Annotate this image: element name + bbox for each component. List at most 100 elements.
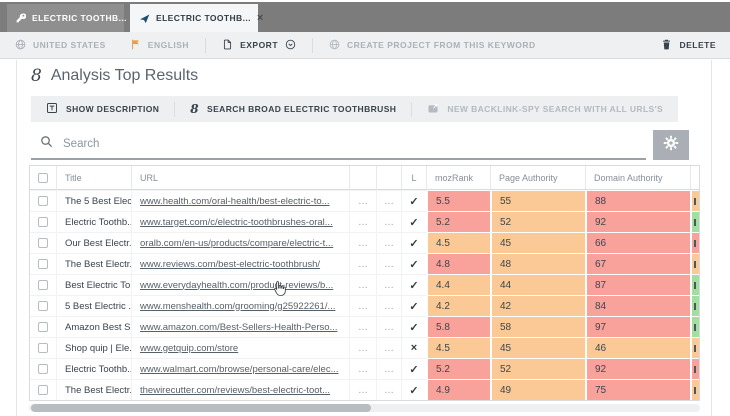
result-url-link[interactable]: www.menshealth.com/grooming/g25922261/..… [140,301,335,312]
result-url-cell: www.reviews.com/best-electric-toothbrush… [131,253,349,274]
row-checkbox[interactable] [38,322,48,332]
row-checkbox[interactable] [38,364,48,374]
tab-electric-toothbrush-1[interactable]: ELECTRIC TOOTHB... × [7,4,124,32]
row-select-cell [30,190,56,211]
domain-authority-cell: 97 [585,316,690,337]
seo-tool-logo-icon: 8 [31,66,42,86]
column-header-mozrank[interactable]: mozRank [426,166,490,189]
tab-label: ELECTRIC TOOTHB... [156,13,251,23]
result-url-link[interactable]: thewirecutter.com/reviews/best-electric-… [140,385,330,396]
column-header-url[interactable]: URL [131,166,349,189]
app-window: ELECTRIC TOOTHB... × ELECTRIC TOOTHB... … [0,0,730,416]
truncated-cell-1: … [349,211,376,232]
export-file-icon [222,39,233,52]
create-project-button[interactable]: CREATE PROJECT FROM THIS KEYWORD [329,39,536,52]
mozrank-cell: 5.8 [426,316,490,337]
row-checkbox[interactable] [38,217,48,227]
result-url-link[interactable]: www.getquip.com/store [140,343,238,354]
page-authority-cell: 55 [490,190,585,211]
export-button[interactable]: EXPORT [222,39,296,52]
language-button[interactable]: ENGLISH [130,39,189,52]
result-title: Our Best Electr... [56,232,131,253]
row-checkbox[interactable] [38,343,48,353]
table-row[interactable]: The 5 Best Elec... www.health.com/oral-h… [30,190,699,211]
page-authority-cell: 49 [490,379,585,400]
column-header-link[interactable]: L [401,166,426,189]
truncated-cell-1: … [349,316,376,337]
country-button[interactable]: UNITED STATES [15,39,106,52]
result-url-link[interactable]: www.amazon.com/Best-Sellers-Health-Perso… [140,322,337,333]
search-icon [40,135,53,153]
result-url-link[interactable]: www.target.com/c/electric-toothbrushes-o… [140,217,333,228]
horizontal-scrollbar-track[interactable] [29,404,700,412]
cutoff-value-fragment [694,282,696,289]
search-broad-button[interactable]: 8 SEARCH BROAD ELECTRIC TOOTHBRUSH [175,96,411,122]
cutoff-cell [690,337,699,358]
new-backlink-spy-label: NEW BACKLINK-SPY SEARCH WITH ALL URLS'S [447,104,663,114]
table-settings-button[interactable] [653,130,689,160]
page-authority-cell: 52 [490,358,585,379]
table-row[interactable]: 5 Best Electric ... www.menshealth.com/g… [30,295,699,316]
column-header-cutoff[interactable] [690,166,699,189]
truncated-cell-2: … [376,253,401,274]
horizontal-scrollbar-thumb[interactable] [31,404,371,412]
truncated-cell-2: … [376,316,401,337]
row-checkbox[interactable] [38,280,48,290]
column-header-domain-authority[interactable]: Domain Authority [585,166,690,189]
truncated-cell-2: … [376,190,401,211]
tab-electric-toothbrush-2[interactable]: ELECTRIC TOOTHB... × [130,4,258,32]
page-authority-cell: 48 [490,253,585,274]
truncated-cell-2: … [376,211,401,232]
result-url-link[interactable]: oralb.com/en-us/products/compare/electri… [140,238,333,249]
cutoff-cell [690,253,699,274]
select-all-checkbox[interactable] [38,173,48,183]
row-checkbox[interactable] [38,238,48,248]
table-row[interactable]: Shop quip | Ele... www.getquip.com/store… [30,337,699,358]
result-url-link[interactable]: www.walmart.com/browse/personal-care/ele… [140,364,339,375]
mozrank-cell: 4.2 [426,295,490,316]
truncated-cell-2: … [376,274,401,295]
row-checkbox[interactable] [38,385,48,395]
truncated-cell-1: … [349,274,376,295]
backlink-spy-icon [427,102,439,116]
link-status: ✓ [401,274,426,295]
truncated-cell-2: … [376,379,401,400]
cutoff-cell [690,211,699,232]
show-description-button[interactable]: SHOW DESCRIPTION [31,96,174,122]
result-title: The Best Electr... [56,253,131,274]
table-row[interactable]: The Best Electr... thewirecutter.com/rev… [30,379,699,400]
result-url-cell: www.everydayhealth.com/product-reviews/b… [131,274,349,295]
search-input[interactable] [63,138,563,150]
search-bar [31,130,646,160]
table-row[interactable]: Our Best Electr... oralb.com/en-us/produ… [30,232,699,253]
result-url-link[interactable]: www.everydayhealth.com/product-reviews/b… [140,280,333,291]
delete-button[interactable]: DELETE [661,39,716,52]
domain-authority-cell: 67 [585,253,690,274]
result-url-link[interactable]: www.health.com/oral-health/best-electric… [140,196,330,207]
mozrank-cell: 4.5 [426,337,490,358]
column-header-extra1[interactable] [349,166,376,189]
table-row[interactable]: Amazon Best S... www.amazon.com/Best-Sel… [30,316,699,337]
table-row[interactable]: Electric Toothb... www.walmart.com/brows… [30,358,699,379]
top-toolbar: UNITED STATES ENGLISH EXPORT CREATE PROJ… [0,32,730,59]
table-row[interactable]: Best Electric To... www.everydayhealth.c… [30,274,699,295]
seo-tool-mini-logo-icon: 8 [190,102,199,116]
cutoff-value-fragment [694,219,696,226]
column-header-title[interactable]: Title [56,166,131,189]
close-icon[interactable]: × [251,12,264,24]
row-checkbox[interactable] [38,259,48,269]
new-backlink-spy-button[interactable]: NEW BACKLINK-SPY SEARCH WITH ALL URLS'S [412,96,678,122]
mozrank-cell: 4.5 [426,232,490,253]
column-header-page-authority[interactable]: Page Authority [490,166,585,189]
table-row[interactable]: The Best Electr... www.reviews.com/best-… [30,253,699,274]
table-row[interactable]: Electric Toothb... www.target.com/c/elec… [30,211,699,232]
result-url-cell: www.health.com/oral-health/best-electric… [131,190,349,211]
truncated-cell-1: … [349,190,376,211]
select-all-cell [30,166,56,189]
row-checkbox[interactable] [38,301,48,311]
column-header-extra2[interactable] [376,166,401,189]
results-table: Title URL L mozRank Page Authority Domai… [29,165,700,401]
result-url-link[interactable]: www.reviews.com/best-electric-toothbrush… [140,259,320,270]
page-authority-cell: 58 [490,316,585,337]
row-checkbox[interactable] [38,196,48,206]
